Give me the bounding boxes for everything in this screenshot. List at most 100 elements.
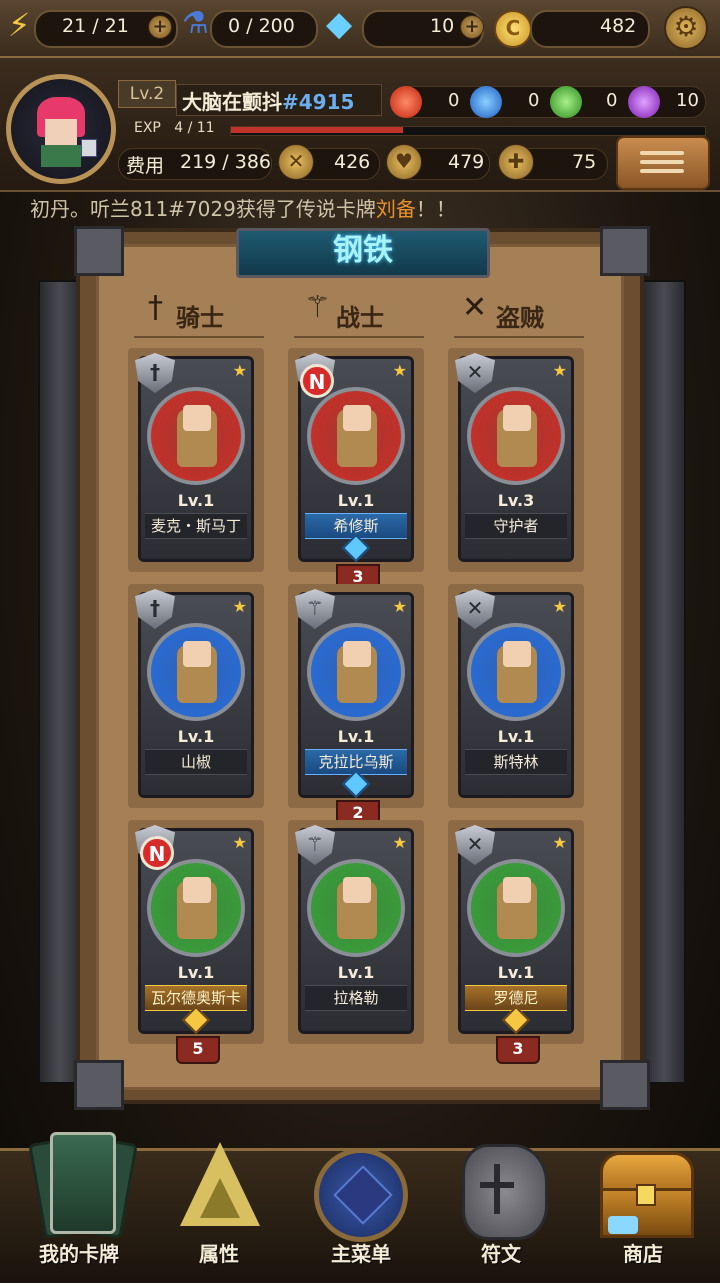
sword-icon: † bbox=[148, 290, 163, 325]
star-icon: ★ bbox=[392, 833, 407, 852]
menu-line-icon bbox=[640, 151, 684, 155]
ticker-highlight: 刘备 bbox=[375, 197, 416, 221]
treasure-chest-icon bbox=[598, 1126, 694, 1238]
green-gem-count: 0 bbox=[606, 90, 618, 111]
class-divider bbox=[294, 336, 424, 338]
cost-value: 219 / 386 bbox=[180, 151, 272, 173]
new-badge: N bbox=[300, 364, 334, 398]
hero-card[interactable]: ⚚ ★ Lv.1 拉格勒 bbox=[295, 825, 414, 1034]
ticker-suffix: ！！ bbox=[415, 197, 456, 221]
card-name: 山椒 bbox=[145, 749, 247, 775]
health-value: 75 bbox=[572, 151, 597, 173]
gold-value: 482 bbox=[600, 15, 637, 37]
axe-icon: ⚚ bbox=[304, 290, 331, 325]
player-name-text: 大脑在颤抖 bbox=[182, 90, 282, 114]
frame-corner bbox=[600, 1060, 650, 1110]
lightning-icon: ⚡ bbox=[8, 6, 31, 44]
nav-label-main-menu: 主菜单 bbox=[331, 1242, 391, 1266]
nav-my-cards[interactable]: 我的卡牌 bbox=[14, 1116, 144, 1276]
player-name: 大脑在颤抖#4915 bbox=[182, 86, 354, 115]
hero-head bbox=[343, 405, 371, 431]
frame-corner bbox=[74, 226, 124, 276]
class-divider bbox=[454, 336, 584, 338]
card-level: Lv.1 bbox=[177, 491, 215, 510]
ticker-prefix: 初丹。听兰811#7029获得了传说卡牌 bbox=[30, 197, 376, 221]
hero-head bbox=[503, 405, 531, 431]
settings-gear-icon[interactable]: ⚙ bbox=[664, 6, 708, 50]
rune-stone-icon bbox=[456, 1126, 548, 1240]
class-shield-icon: ✕ bbox=[455, 589, 495, 629]
star-icon: ★ bbox=[232, 597, 247, 616]
star-icon: ★ bbox=[392, 361, 407, 380]
nav-main-menu[interactable]: 主菜单 bbox=[296, 1116, 426, 1276]
main-menu-emblem-icon bbox=[314, 1126, 408, 1242]
nav-label-runes: 符文 bbox=[481, 1242, 521, 1266]
card-level: Lv.1 bbox=[177, 963, 215, 982]
hero-head bbox=[183, 405, 211, 431]
diamond-icon: ◆ bbox=[326, 4, 353, 44]
card-count-tab: 3 bbox=[496, 1036, 540, 1064]
star-icon: ★ bbox=[232, 361, 247, 380]
star-icon: ★ bbox=[552, 361, 567, 380]
hero-head bbox=[183, 641, 211, 667]
exp-bar-fill bbox=[231, 127, 403, 133]
hero-card[interactable]: † ★ Lv.1 麦克・斯马丁 bbox=[135, 353, 254, 562]
crossed-swords-icon: ✕ bbox=[278, 144, 314, 180]
nav-label-my-cards: 我的卡牌 bbox=[39, 1242, 119, 1266]
news-ticker: 初丹。听兰811#7029获得了传说卡牌刘备！！ bbox=[30, 193, 456, 222]
card-level: Lv.3 bbox=[497, 491, 535, 510]
card-level: Lv.1 bbox=[337, 491, 375, 510]
class-shield-icon: ⚚ bbox=[295, 825, 335, 865]
add-energy-button[interactable]: + bbox=[148, 15, 172, 39]
hero-head bbox=[343, 641, 371, 667]
hero-card[interactable]: ⚚ ★ Lv.1 克拉比乌斯 bbox=[295, 589, 414, 798]
gold-coin-icon: C bbox=[494, 10, 532, 48]
class-shield-icon: ✕ bbox=[455, 353, 495, 393]
heart-icon: ♥ bbox=[386, 144, 422, 180]
frame-corner bbox=[600, 226, 650, 276]
green-gem-icon bbox=[550, 86, 582, 118]
nav-runes[interactable]: 符文 bbox=[436, 1116, 566, 1276]
hero-card[interactable]: ✕ ★ Lv.1 罗德尼 bbox=[455, 825, 574, 1034]
hero-portrait bbox=[307, 623, 405, 721]
diamond-value: 10 bbox=[430, 15, 455, 37]
class-shield-icon: ✕ bbox=[455, 825, 495, 865]
right-pillar bbox=[642, 280, 686, 1084]
menu-line-icon bbox=[640, 160, 684, 164]
frame-corner bbox=[74, 1060, 124, 1110]
class-shield-icon: † bbox=[135, 589, 175, 629]
purple-gem-icon bbox=[628, 86, 660, 118]
hero-portrait bbox=[467, 623, 565, 721]
card-name: 斯特林 bbox=[465, 749, 567, 775]
nav-label-attributes: 属性 bbox=[199, 1242, 239, 1266]
player-avatar[interactable] bbox=[6, 74, 116, 184]
potion-value: 0 / 200 bbox=[228, 15, 295, 37]
star-icon: ★ bbox=[392, 597, 407, 616]
hamburger-menu-button[interactable] bbox=[616, 136, 710, 190]
faction-title: 钢铁 bbox=[333, 233, 393, 268]
triangle-crest-icon bbox=[174, 1126, 264, 1236]
hero-portrait bbox=[307, 387, 405, 485]
hero-portrait bbox=[147, 623, 245, 721]
nav-shop[interactable]: 商店 bbox=[578, 1116, 708, 1276]
hero-card[interactable]: ✕ ★ Lv.3 守护者 bbox=[455, 353, 574, 562]
hero-portrait bbox=[467, 859, 565, 957]
hero-card[interactable]: ✕ ★ Lv.1 斯特林 bbox=[455, 589, 574, 798]
nav-attributes[interactable]: 属性 bbox=[154, 1116, 284, 1276]
card-level: Lv.1 bbox=[337, 727, 375, 746]
potion-icon: ⚗ bbox=[182, 6, 209, 41]
add-diamond-button[interactable]: + bbox=[460, 15, 484, 39]
card-level: Lv.1 bbox=[497, 963, 535, 982]
faction-title-plate: 钢铁 bbox=[236, 228, 490, 278]
card-name: 守护者 bbox=[465, 513, 567, 539]
hero-head bbox=[503, 877, 531, 903]
hero-head bbox=[343, 877, 371, 903]
hero-head bbox=[183, 877, 211, 903]
hero-card[interactable]: † ★ Lv.1 山椒 bbox=[135, 589, 254, 798]
nav-label-shop: 商店 bbox=[623, 1242, 663, 1266]
blue-gem-count: 0 bbox=[528, 90, 540, 111]
hero-portrait bbox=[147, 859, 245, 957]
player-tag: #4915 bbox=[282, 90, 355, 114]
purple-gem-count: 10 bbox=[676, 90, 699, 111]
card-level: Lv.1 bbox=[337, 963, 375, 982]
